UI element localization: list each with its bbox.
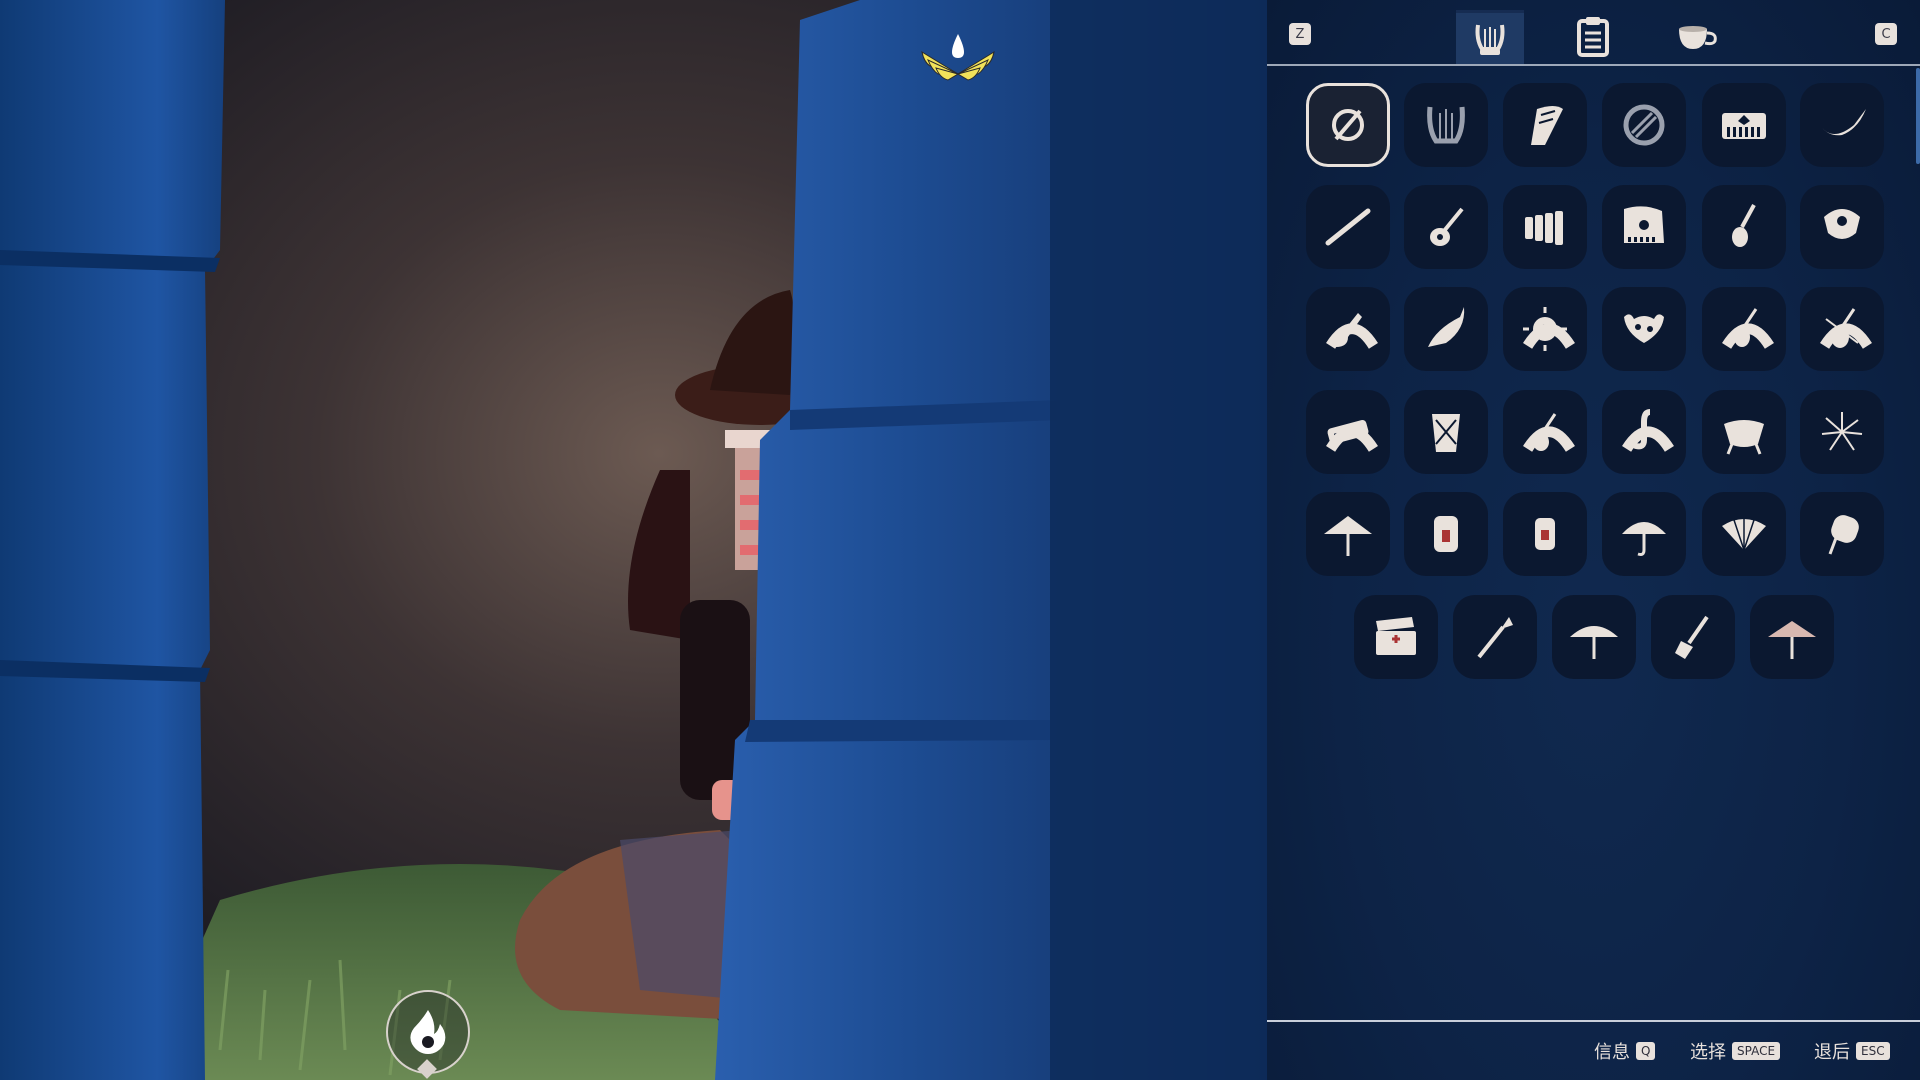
inventory-slot[interactable] bbox=[1800, 287, 1884, 371]
umbrella-icon bbox=[1622, 522, 1666, 556]
flute-icon bbox=[1325, 208, 1371, 246]
inventory-slot[interactable] bbox=[1702, 390, 1786, 474]
inventory-slot[interactable] bbox=[1552, 595, 1636, 679]
inventory-slot[interactable] bbox=[1503, 492, 1587, 576]
inventory-slot[interactable] bbox=[1503, 185, 1587, 269]
inventory-slot[interactable] bbox=[1306, 390, 1390, 474]
inventory-slot[interactable] bbox=[1702, 83, 1786, 167]
inventory-slot[interactable] bbox=[1306, 492, 1390, 576]
prev-tab-key[interactable]: Z bbox=[1289, 23, 1311, 45]
inventory-slot[interactable] bbox=[1503, 83, 1587, 167]
inventory-slot[interactable] bbox=[1602, 492, 1686, 576]
tab-props[interactable] bbox=[1559, 10, 1627, 64]
lace-umbrella-icon bbox=[1768, 621, 1816, 659]
variant-badge-icon bbox=[1622, 426, 1674, 452]
hint-back[interactable]: 退后 ESC bbox=[1814, 1040, 1890, 1063]
bell-icon bbox=[1824, 209, 1860, 239]
kettle-drum-icon bbox=[1724, 420, 1764, 455]
scene-art bbox=[0, 0, 1267, 1080]
game-scene bbox=[0, 0, 1267, 1080]
shovel-icon bbox=[1675, 615, 1709, 659]
horn-alt-icon bbox=[1428, 307, 1465, 347]
inventory-slot[interactable] bbox=[1404, 83, 1488, 167]
variant-badge-icon bbox=[1722, 323, 1774, 349]
inventory-slot[interactable] bbox=[1800, 390, 1884, 474]
none-icon bbox=[1332, 109, 1364, 141]
inventory-slot[interactable] bbox=[1800, 185, 1884, 269]
drum-icon bbox=[1432, 414, 1460, 452]
inventory-slot[interactable] bbox=[1354, 595, 1438, 679]
clapperboard-icon bbox=[1376, 617, 1416, 655]
piano-keyboard-icon bbox=[1722, 113, 1766, 139]
tabs-divider bbox=[1267, 64, 1920, 66]
inventory-slot[interactable] bbox=[1602, 83, 1686, 167]
footer-divider bbox=[1267, 1020, 1920, 1022]
hint-info[interactable]: 信息 Q bbox=[1594, 1040, 1656, 1063]
variant-badge-icon bbox=[1523, 426, 1575, 452]
inventory-slot[interactable] bbox=[1453, 595, 1537, 679]
hint-select-key: SPACE bbox=[1732, 1042, 1781, 1060]
hint-select-label: 选择 bbox=[1690, 1042, 1726, 1063]
inventory-slot[interactable] bbox=[1306, 287, 1390, 371]
inventory-slot[interactable] bbox=[1404, 185, 1488, 269]
firework-icon bbox=[1821, 412, 1863, 451]
inventory-slot[interactable] bbox=[1602, 185, 1686, 269]
inventory-slot[interactable] bbox=[1404, 390, 1488, 474]
inventory-slot[interactable] bbox=[1702, 185, 1786, 269]
flame-icon bbox=[410, 1010, 446, 1054]
inventory-slot[interactable] bbox=[1404, 287, 1488, 371]
small-lantern-icon bbox=[1535, 518, 1555, 550]
inventory-slot[interactable] bbox=[1702, 492, 1786, 576]
harp-tab-icon bbox=[1475, 24, 1505, 55]
inventory-slot[interactable] bbox=[1800, 83, 1884, 167]
horn-icon bbox=[1820, 109, 1866, 136]
teacup-tab-icon bbox=[1679, 26, 1717, 49]
inventory-slot[interactable] bbox=[1306, 83, 1390, 167]
torch-icon bbox=[1477, 617, 1513, 659]
hint-back-label: 退后 bbox=[1814, 1042, 1850, 1063]
inventory-slot[interactable] bbox=[1503, 287, 1587, 371]
inventory-slot[interactable] bbox=[1602, 390, 1686, 474]
paper-umbrella-icon bbox=[1570, 626, 1618, 659]
fan-icon bbox=[1722, 518, 1766, 551]
xylophone-icon bbox=[1525, 211, 1563, 245]
hint-select[interactable]: 选择 SPACE bbox=[1690, 1040, 1781, 1063]
hand-fan-icon bbox=[1828, 515, 1859, 555]
crab-horn-icon bbox=[1624, 314, 1664, 343]
guitar-icon bbox=[1430, 207, 1464, 246]
inventory-slot[interactable] bbox=[1651, 595, 1735, 679]
hint-info-key: Q bbox=[1636, 1042, 1656, 1060]
handpan-icon bbox=[1623, 104, 1665, 146]
hint-info-label: 信息 bbox=[1594, 1042, 1630, 1063]
tab-food[interactable] bbox=[1663, 10, 1731, 64]
hint-back-key: ESC bbox=[1856, 1042, 1890, 1060]
inventory-slot[interactable] bbox=[1306, 185, 1390, 269]
inventory-slot[interactable] bbox=[1602, 287, 1686, 371]
inventory-slot[interactable] bbox=[1702, 287, 1786, 371]
tab-instruments[interactable] bbox=[1456, 10, 1524, 64]
grid-scrollbar[interactable] bbox=[1916, 68, 1920, 164]
inventory-slot[interactable] bbox=[1503, 390, 1587, 474]
grand-piano-icon bbox=[1624, 206, 1664, 243]
inventory-slot[interactable] bbox=[1750, 595, 1834, 679]
variant-badge-icon bbox=[1820, 323, 1872, 349]
variant-badge-icon bbox=[1326, 426, 1378, 452]
harp-icon bbox=[1427, 106, 1465, 144]
clipboard-tab-icon bbox=[1577, 17, 1609, 57]
inventory-slot[interactable] bbox=[1404, 492, 1488, 576]
winged-harp-icon bbox=[1531, 106, 1563, 145]
ukulele-icon bbox=[1732, 204, 1756, 247]
inventory-panel: Z C 信息 Q 选择 SPACE 退后 ESC bbox=[1267, 0, 1920, 1080]
variant-badge-icon bbox=[1523, 323, 1575, 349]
parasol-icon bbox=[1324, 516, 1372, 556]
winged-light-icon bbox=[921, 34, 995, 81]
inventory-slot[interactable] bbox=[1800, 492, 1884, 576]
lantern-icon bbox=[1434, 516, 1458, 552]
next-tab-key[interactable]: C bbox=[1875, 23, 1897, 45]
variant-badge-icon bbox=[1326, 323, 1378, 349]
